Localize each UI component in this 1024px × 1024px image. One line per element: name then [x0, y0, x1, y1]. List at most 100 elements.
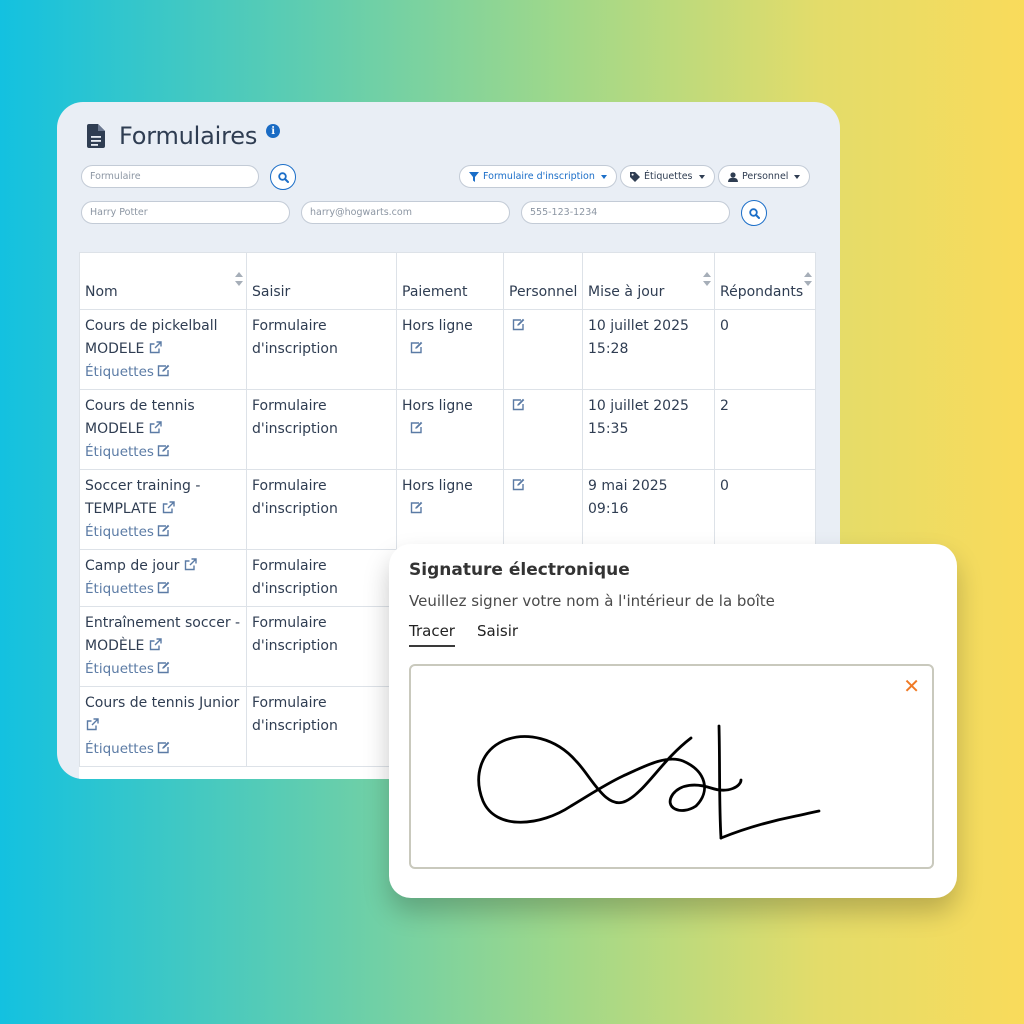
- form-name[interactable]: MODÈLE: [85, 638, 144, 654]
- edit-icon[interactable]: [157, 364, 170, 377]
- tags-link[interactable]: Étiquettes: [85, 444, 154, 460]
- sort-icon[interactable]: [804, 272, 812, 286]
- edit-icon[interactable]: [512, 318, 525, 331]
- tags-link[interactable]: Étiquettes: [85, 661, 154, 677]
- page-header: Formulaires i: [87, 122, 281, 150]
- email-placeholder: harry@hogwarts.com: [310, 207, 412, 218]
- form-name-cell: Cours de pickelball MODELE Étiquettes: [79, 309, 247, 390]
- table-row: Cours de tennis MODELE Étiquettes Formul…: [79, 389, 816, 470]
- chevron-down-icon: [698, 174, 705, 179]
- type-filter-dropdown[interactable]: Formulaire d'inscription: [459, 165, 617, 188]
- form-input-cell: Formulaire d'inscription: [246, 389, 397, 470]
- form-name-cell: Camp de jour Étiquettes: [79, 549, 247, 607]
- form-name-cell: Entraînement soccer - MODÈLE Étiquettes: [79, 606, 247, 687]
- form-input-cell: Formulaire d'inscription: [246, 309, 397, 390]
- column-header-staff: Personnel: [503, 252, 583, 310]
- form-search-input[interactable]: Formulaire: [81, 165, 259, 188]
- form-input-cell: Formulaire d'inscription: [246, 469, 397, 550]
- signature-instructions: Veuillez signer votre nom à l'intérieur …: [409, 592, 775, 610]
- column-header-respondents[interactable]: Répondants: [714, 252, 816, 310]
- name-search-input[interactable]: Harry Potter: [81, 201, 290, 224]
- payment-cell: Hors ligne: [396, 469, 504, 550]
- page-title: Formulaires: [119, 122, 258, 150]
- external-link-icon[interactable]: [184, 558, 198, 571]
- external-link-icon[interactable]: [149, 421, 163, 434]
- column-header-payment: Paiement: [396, 252, 504, 310]
- search-icon: [748, 207, 760, 219]
- form-name[interactable]: TEMPLATE: [85, 501, 157, 517]
- edit-icon[interactable]: [157, 581, 170, 594]
- form-name[interactable]: Soccer training -: [85, 478, 200, 494]
- edit-icon[interactable]: [512, 478, 525, 491]
- external-link-icon[interactable]: [162, 501, 175, 514]
- table-header-row: Nom Saisir Paiement Personnel Mise à jou…: [79, 252, 816, 310]
- tab-type[interactable]: Saisir: [477, 622, 518, 645]
- form-search-button[interactable]: [270, 164, 296, 190]
- updated-cell: 9 mai 2025 09:16: [582, 469, 715, 550]
- form-name[interactable]: Camp de jour: [85, 558, 179, 574]
- edit-icon[interactable]: [410, 501, 423, 514]
- signature-canvas[interactable]: ✕: [409, 664, 934, 869]
- updated-cell: 10 juillet 2025 15:35: [582, 389, 715, 470]
- form-name[interactable]: Entraînement soccer -: [85, 615, 240, 631]
- tags-filter-dropdown[interactable]: Étiquettes: [620, 165, 715, 188]
- form-name[interactable]: Cours de tennis Junior: [85, 695, 239, 711]
- column-header-name[interactable]: Nom: [79, 252, 247, 310]
- search-icon: [277, 171, 289, 183]
- phone-placeholder: 555-123-1234: [530, 207, 598, 218]
- email-search-input[interactable]: harry@hogwarts.com: [301, 201, 510, 224]
- form-name[interactable]: MODELE: [85, 341, 144, 357]
- signature-dialog: Signature électronique Veuillez signer v…: [389, 544, 957, 898]
- external-link-icon[interactable]: [149, 638, 163, 651]
- signature-drawing: [477, 724, 821, 840]
- form-name-cell: Cours de tennis Junior Étiquettes: [79, 686, 247, 767]
- staff-cell: [503, 469, 583, 550]
- tags-link[interactable]: Étiquettes: [85, 524, 154, 540]
- edit-icon[interactable]: [157, 661, 170, 674]
- edit-icon[interactable]: [410, 421, 423, 434]
- edit-icon[interactable]: [157, 741, 170, 754]
- form-name[interactable]: Cours de pickelball: [85, 318, 218, 334]
- edit-icon[interactable]: [157, 524, 170, 537]
- edit-icon[interactable]: [410, 341, 423, 354]
- filter-icon: [469, 171, 479, 182]
- external-link-icon[interactable]: [149, 341, 163, 354]
- signature-title: Signature électronique: [409, 560, 630, 580]
- user-icon: [728, 171, 738, 182]
- form-input-cell: Formulaire d'inscription: [246, 606, 397, 687]
- tags-filter-label: Étiquettes: [644, 171, 693, 182]
- sort-icon[interactable]: [703, 272, 711, 286]
- form-search-placeholder: Formulaire: [90, 171, 141, 182]
- phone-search-input[interactable]: 555-123-1234: [521, 201, 730, 224]
- tab-draw[interactable]: Tracer: [409, 622, 455, 647]
- form-name[interactable]: MODELE: [85, 421, 144, 437]
- table-row: Cours de pickelball MODELE Étiquettes Fo…: [79, 309, 816, 390]
- respondents-cell: 2: [714, 389, 816, 470]
- info-icon[interactable]: i: [266, 124, 281, 138]
- form-name[interactable]: Cours de tennis: [85, 398, 195, 414]
- name-placeholder: Harry Potter: [90, 207, 148, 218]
- payment-cell: Hors ligne: [396, 389, 504, 470]
- chevron-down-icon: [794, 174, 801, 179]
- tag-icon: [630, 171, 640, 182]
- table-row: Soccer training - TEMPLATE Étiquettes Fo…: [79, 469, 816, 550]
- column-header-updated[interactable]: Mise à jour: [582, 252, 715, 310]
- staff-filter-dropdown[interactable]: Personnel: [718, 165, 811, 188]
- contact-search-button[interactable]: [741, 200, 767, 226]
- type-filter-label: Formulaire d'inscription: [483, 171, 595, 182]
- tags-link[interactable]: Étiquettes: [85, 741, 154, 757]
- respondents-cell: 0: [714, 469, 816, 550]
- sort-icon[interactable]: [235, 272, 243, 286]
- respondents-cell: 0: [714, 309, 816, 390]
- staff-cell: [503, 389, 583, 470]
- form-input-cell: Formulaire d'inscription: [246, 686, 397, 767]
- external-link-icon[interactable]: [86, 718, 99, 731]
- edit-icon[interactable]: [157, 444, 170, 457]
- updated-cell: 10 juillet 2025 15:28: [582, 309, 715, 390]
- staff-filter-label: Personnel: [742, 171, 789, 182]
- staff-cell: [503, 309, 583, 390]
- column-header-input: Saisir: [246, 252, 397, 310]
- edit-icon[interactable]: [512, 398, 525, 411]
- tags-link[interactable]: Étiquettes: [85, 581, 154, 597]
- tags-link[interactable]: Étiquettes: [85, 364, 154, 380]
